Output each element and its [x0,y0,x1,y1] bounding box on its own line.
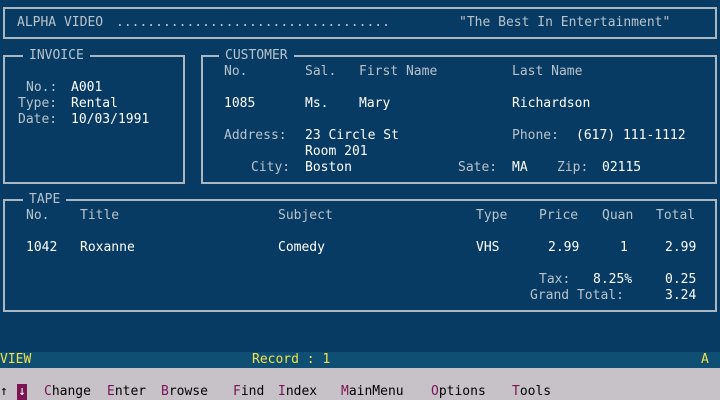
customer-zip-label: Zip: [557,160,589,175]
status-drive: A [701,352,709,367]
invoice-type-value[interactable]: Rental [71,96,118,112]
menu-tools-hotkey: T [512,384,520,399]
tape-total-header: Total [656,208,696,223]
tape-title-value[interactable]: Roxanne [80,240,135,256]
tape-price-value[interactable]: 2.99 [548,240,579,256]
menu-index[interactable]: Index [278,384,317,400]
menu-find-hotkey: F [233,384,241,399]
menu-bar: ↑ ↓ Change Enter Browse Find Index MainM… [0,368,720,400]
invoice-legend: INVOICE [23,48,90,64]
tape-no-value[interactable]: 1042 [26,240,57,256]
tape-subject-header: Subject [278,208,333,223]
scroll-up-icon[interactable]: ↑ [0,384,8,400]
invoice-no-label: No.: [26,80,58,95]
menu-change-label: hange [51,384,91,399]
menu-change[interactable]: Change [44,384,91,400]
customer-last-value[interactable]: Richardson [512,96,590,112]
tape-quan-value[interactable]: 1 [620,240,628,256]
menu-options-hotkey: O [431,384,439,399]
invoice-date-value[interactable]: 10/03/1991 [71,112,149,128]
customer-address-line1[interactable]: 23 Circle St [305,128,399,144]
customer-zip-value[interactable]: 02115 [602,160,641,176]
menu-browse-hotkey: B [161,384,169,399]
invoice-type-label: Type: [18,96,58,111]
grand-total-label: Grand Total: [530,288,624,303]
status-bar: VIEW Record : 1 A [0,352,720,368]
menu-mainmenu-hotkey: M [341,384,349,399]
tape-price-header: Price [539,208,579,223]
customer-no-value[interactable]: 1085 [224,96,255,112]
customer-last-header: Last Name [512,64,583,79]
tax-label: Tax: [539,272,571,287]
invoice-no-value[interactable]: A001 [71,80,102,96]
menu-browse[interactable]: Browse [161,384,208,400]
customer-city-label: City: [251,160,291,175]
tax-rate-value[interactable]: 8.25% [593,272,632,288]
customer-state-label: Sate: [458,160,498,175]
tape-type-header: Type [476,208,508,223]
tape-legend: TAPE [23,192,67,208]
customer-legend: CUSTOMER [219,48,294,64]
menu-mainmenu-label: ainMenu [348,384,404,399]
customer-phone-label: Phone: [512,128,559,143]
menu-change-hotkey: C [44,384,52,399]
menu-enter-label: nter [114,384,147,399]
grand-total-value: 3.24 [665,288,697,303]
customer-sal-header: Sal. [305,64,337,79]
scroll-down-icon[interactable]: ↓ [17,384,27,400]
status-mode: VIEW [0,352,32,367]
menu-browse-label: rowse [168,384,208,399]
app-title: ALPHA VIDEO [17,15,104,30]
tape-title-header: Title [80,208,120,223]
menu-mainmenu[interactable]: MainMenu [341,384,404,400]
customer-first-header: First Name [359,64,438,79]
menu-options-label: ptions [438,384,486,399]
menu-enter-hotkey: E [107,384,115,399]
tape-total-value[interactable]: 2.99 [665,240,696,256]
customer-first-value[interactable]: Mary [359,96,390,112]
customer-address-line2[interactable]: Room 201 [305,144,368,160]
tape-quan-header: Quan [602,208,634,223]
menu-find[interactable]: Find [233,384,264,400]
customer-no-header: No. [224,64,248,79]
customer-sal-value[interactable]: Ms. [305,96,328,112]
menu-enter[interactable]: Enter [107,384,146,400]
invoice-date-label: Date: [18,112,58,127]
menu-index-label: ndex [285,384,318,399]
menu-options[interactable]: Options [431,384,486,400]
customer-state-value[interactable]: MA [512,160,528,176]
tax-value: 0.25 [665,272,697,287]
customer-phone-value[interactable]: (617) 111-1112 [576,128,686,144]
status-record: Record : 1 [252,352,331,367]
menu-index-hotkey: I [278,384,286,399]
menu-find-label: ind [240,384,265,399]
customer-address-label: Address: [224,128,287,143]
customer-city-value[interactable]: Boston [305,160,352,176]
menu-tools[interactable]: Tools [512,384,551,400]
menu-tools-label: ools [519,384,552,399]
title-dots: ................................... [116,15,390,30]
tape-subject-value[interactable]: Comedy [278,240,325,256]
tape-no-header: No. [26,208,50,223]
tape-type-value[interactable]: VHS [476,240,499,256]
app-slogan: "The Best In Entertainment" [459,15,671,30]
